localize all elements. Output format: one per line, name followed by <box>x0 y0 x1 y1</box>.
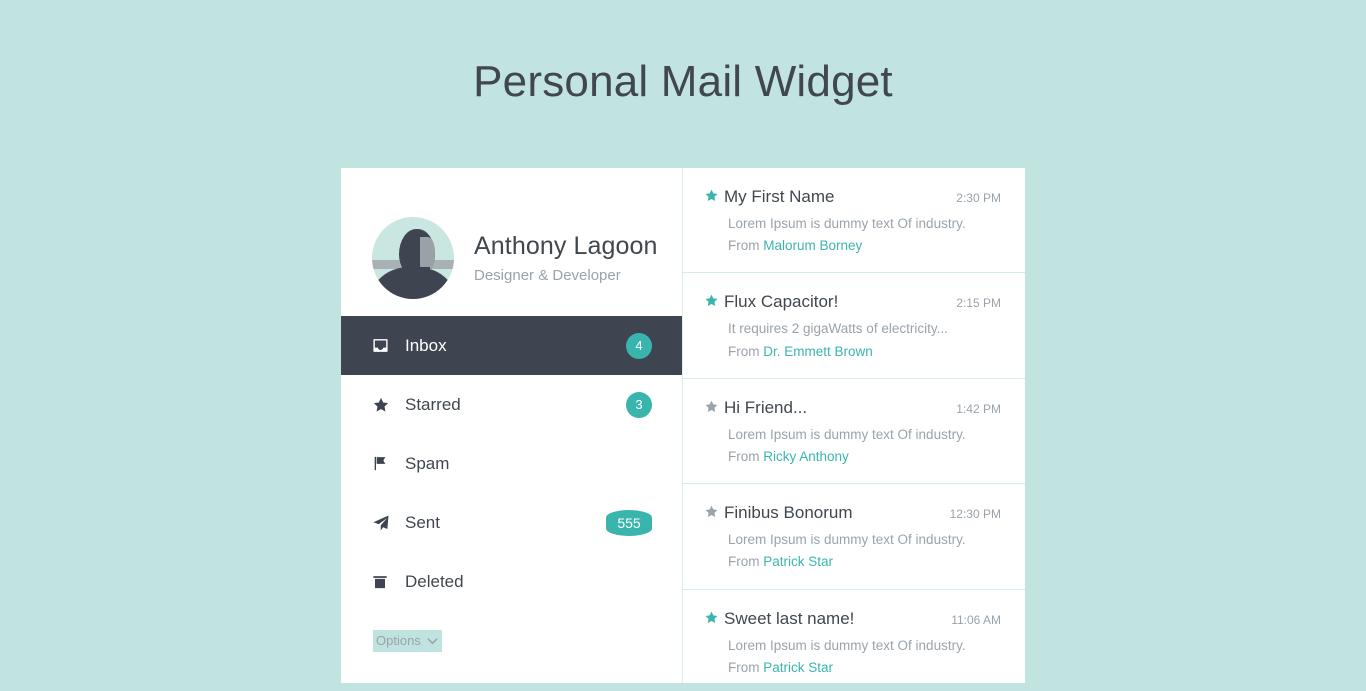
mail-preview: Lorem Ipsum is dummy text Of industry. <box>728 532 966 548</box>
star-icon[interactable] <box>704 610 724 625</box>
mail-from: From Ricky Anthony <box>704 443 1001 465</box>
inbox-icon <box>372 337 398 354</box>
profile-name: Anthony Lagoon <box>474 231 658 260</box>
mail-from-prefix: From <box>728 238 764 254</box>
mail-subject: Sweet last name! <box>724 608 855 628</box>
mail-preview: Lorem Ipsum is dummy text Of industry. <box>728 637 966 653</box>
mail-list-item[interactable]: My First Name 2:30 PM Lorem Ipsum is dum… <box>683 168 1025 274</box>
mail-time: 2:30 PM <box>956 191 1001 205</box>
mail-sender[interactable]: Patrick Star <box>763 554 833 569</box>
sidebar-badge-inbox: 4 <box>626 332 652 359</box>
mail-sender[interactable]: Malorum Borney <box>763 238 862 253</box>
sidebar-badge-starred: 3 <box>626 391 652 418</box>
mail-subject: Hi Friend... <box>724 397 808 417</box>
sidebar-item-inbox[interactable]: Inbox 4 <box>341 316 682 375</box>
mail-preview: Lorem Ipsum is dummy text Of industry. <box>728 216 966 231</box>
sidebar-item-label: Inbox <box>405 335 447 355</box>
sidebar-item-label: Sent <box>405 512 440 532</box>
mail-list-item[interactable]: Sweet last name! 11:06 AM Lorem Ipsum is… <box>683 590 1025 684</box>
mail-preview: Lorem Ipsum is dummy text Of industry. <box>728 426 966 442</box>
mail-from: From Dr. Emmett Brown <box>704 338 1001 360</box>
mail-from: From Patrick Star <box>704 548 1001 570</box>
star-icon <box>372 396 398 414</box>
mail-preview: It requires 2 gigaWatts of electricity..… <box>728 321 948 337</box>
options-label: Options <box>376 633 421 648</box>
mail-from: From Malorum Borney <box>704 232 1001 254</box>
sidebar-item-label: Starred <box>405 394 461 414</box>
mail-subject: My First Name <box>724 187 835 206</box>
mail-subject: Finibus Bonorum <box>724 503 853 523</box>
sidebar-item-deleted[interactable]: Deleted <box>341 552 682 611</box>
mail-from-prefix: From <box>728 554 764 570</box>
mail-sender[interactable]: Ricky Anthony <box>763 449 849 464</box>
trash-icon <box>372 573 398 590</box>
options-dropdown[interactable]: Options <box>373 630 442 652</box>
sidebar-item-sent[interactable]: Sent 555 <box>341 493 682 552</box>
sidebar-item-label: Deleted <box>405 571 464 591</box>
mail-subject: Flux Capacitor! <box>724 292 839 312</box>
mail-list-item[interactable]: Flux Capacitor! 2:15 PM It requires 2 gi… <box>683 273 1025 379</box>
mail-time: 1:42 PM <box>956 401 1001 416</box>
mail-from: From Patrick Star <box>704 654 1001 676</box>
sidebar-nav: Inbox 4 Starred 3 Spam Sent 555 Deleted <box>341 316 682 611</box>
sidebar-badge-sent: 555 <box>606 509 652 536</box>
avatar <box>372 217 454 299</box>
mail-sender[interactable]: Dr. Emmett Brown <box>763 344 873 359</box>
mail-list-item[interactable]: Finibus Bonorum 12:30 PM Lorem Ipsum is … <box>683 484 1025 590</box>
mail-from-prefix: From <box>728 343 764 359</box>
sidebar-item-starred[interactable]: Starred 3 <box>341 375 682 434</box>
paper-plane-icon <box>372 514 398 532</box>
mail-list[interactable]: My First Name 2:30 PM Lorem Ipsum is dum… <box>683 168 1025 683</box>
mail-time: 12:30 PM <box>949 507 1001 522</box>
mail-list-item[interactable]: Hi Friend... 1:42 PM Lorem Ipsum is dumm… <box>683 379 1025 485</box>
mail-time: 2:15 PM <box>956 296 1001 311</box>
chevron-down-icon <box>427 633 438 648</box>
mail-time: 11:06 AM <box>951 612 1001 627</box>
star-icon[interactable] <box>704 399 724 414</box>
star-icon[interactable] <box>704 188 724 203</box>
star-icon[interactable] <box>704 293 724 308</box>
mail-from-prefix: From <box>728 659 764 675</box>
page-title: Personal Mail Widget <box>473 57 893 106</box>
mail-from-prefix: From <box>728 448 764 464</box>
mail-widget: Anthony Lagoon Designer & Developer Inbo… <box>341 168 1025 683</box>
star-icon[interactable] <box>704 504 724 519</box>
profile-header: Anthony Lagoon Designer & Developer <box>341 168 682 316</box>
sidebar-item-label: Spam <box>405 453 450 473</box>
mail-sender[interactable]: Patrick Star <box>763 660 833 675</box>
profile-role: Designer & Developer <box>474 267 621 285</box>
sidebar: Anthony Lagoon Designer & Developer Inbo… <box>341 168 683 683</box>
sidebar-item-spam[interactable]: Spam <box>341 434 682 493</box>
flag-icon <box>372 455 398 472</box>
